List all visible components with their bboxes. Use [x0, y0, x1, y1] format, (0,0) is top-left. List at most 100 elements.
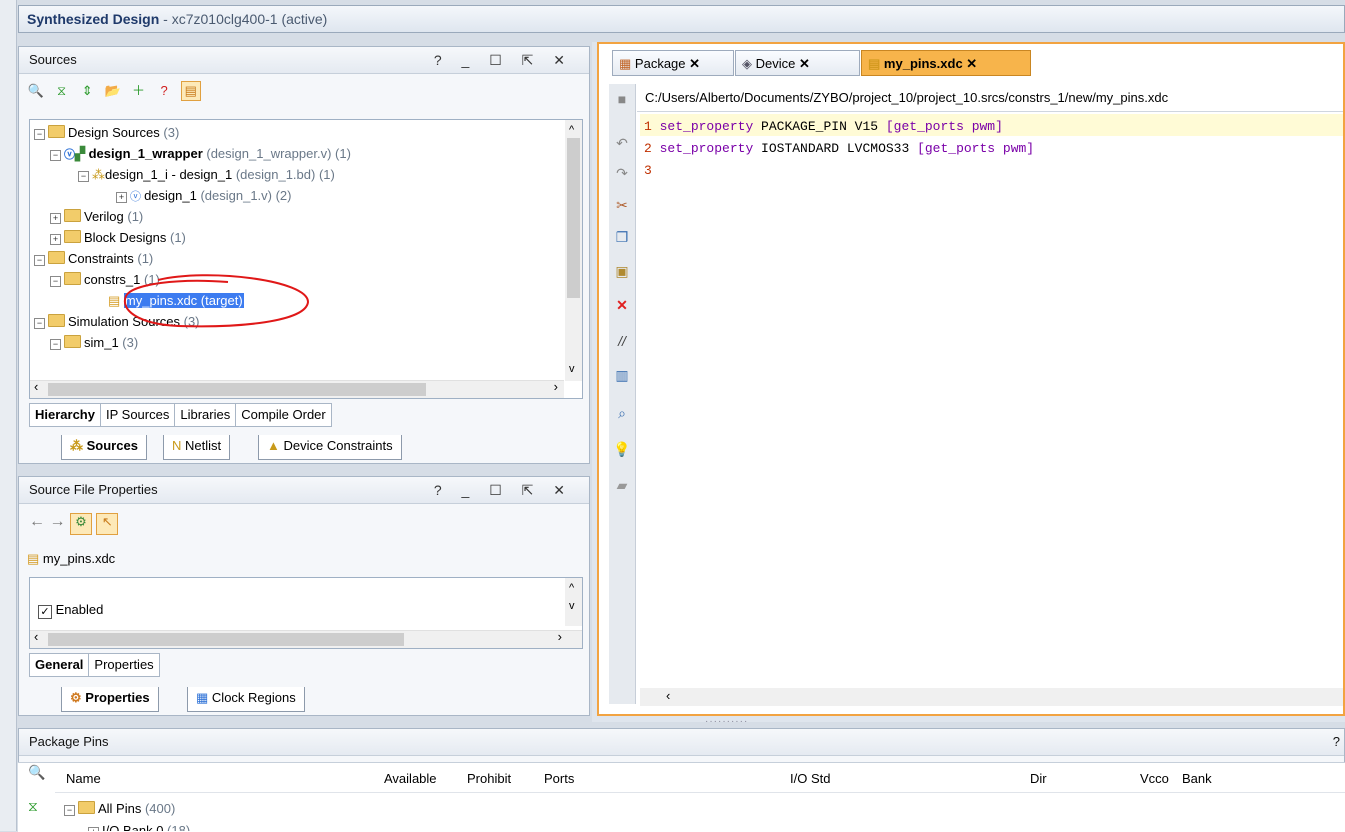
tree-item-constraints[interactable]: − Constraints (1) — [34, 248, 153, 269]
column-io-std[interactable]: I/O Std — [790, 770, 830, 788]
code-line: 1 set_property PACKAGE_PIN V15 [get_port… — [644, 119, 1003, 134]
tree-item-design-1-wrapper[interactable]: − ⓥ▞ design_1_wrapper (design_1_wrapper.v… — [50, 143, 351, 164]
folder-icon — [64, 335, 81, 348]
tree-item-block-designs[interactable]: + Block Designs (1) — [50, 227, 186, 248]
properties-file-row: ▤ my_pins.xdc — [27, 551, 115, 567]
enabled-checkbox[interactable]: ✓ — [38, 605, 52, 619]
collapse-all-icon[interactable]: ⧖ — [28, 798, 38, 815]
properties-title: Source File Properties — [29, 482, 158, 497]
delete-icon[interactable]: ✕ — [613, 296, 631, 314]
properties-toolbar: ← → ⚙ ↖ — [29, 513, 119, 535]
save-icon[interactable]: ■ — [613, 90, 631, 108]
copy-icon[interactable]: ❐ — [613, 228, 631, 246]
redo-icon[interactable]: ↷ — [613, 164, 631, 182]
left-dock-strip — [0, 0, 17, 831]
tab-clock-regions[interactable]: ▦ Clock Regions — [187, 687, 305, 712]
column-dir[interactable]: Dir — [1030, 770, 1047, 788]
table-row[interactable]: +I/O Bank 0 (18) — [88, 820, 190, 831]
search-icon[interactable]: 🔍 — [27, 82, 45, 100]
package-pins-help[interactable]: ? — [1333, 729, 1340, 755]
verilog-icon: ⓥ — [64, 149, 75, 161]
block-design-icon: ⁂ — [92, 167, 105, 182]
code-line: 3 — [644, 163, 652, 178]
folder-icon — [64, 272, 81, 285]
lightbulb-icon[interactable]: 💡 — [613, 440, 631, 458]
column-available[interactable]: Available — [384, 770, 437, 788]
properties-file-name: my_pins.xdc — [42, 551, 116, 566]
tree-item-design-1-i[interactable]: − ⁂design_1_i - design_1 (design_1.bd) (1… — [78, 164, 335, 185]
folder-icon — [64, 230, 81, 243]
tab-package[interactable]: ▦ Package ✕ — [612, 50, 734, 76]
help-icon[interactable]: ? — [155, 82, 173, 100]
device-part: - xc7z010clg400-1 — [159, 11, 278, 27]
collapse-all-icon[interactable]: ⧖ — [53, 82, 71, 100]
tree-item-sim-1[interactable]: − sim_1 (3) — [50, 332, 138, 353]
file-path: C:/Users/Alberto/Documents/ZYBO/project_… — [637, 84, 1343, 112]
tab-netlist[interactable]: N Netlist — [163, 435, 231, 460]
column-vcco[interactable]: Vcco — [1140, 770, 1169, 788]
add-ip-icon[interactable]: ＋ — [130, 82, 148, 100]
tab-sources[interactable]: ⁂ Sources — [61, 435, 147, 460]
undo-icon[interactable]: ↶ — [613, 134, 631, 152]
tab-compile-order[interactable]: Compile Order — [235, 403, 332, 427]
find-icon[interactable]: ⌕ — [613, 404, 631, 422]
show-hierarchy-icon[interactable]: ▤ — [180, 81, 201, 101]
sources-icon: ⁂ — [70, 438, 83, 453]
sources-tree[interactable]: − Design Sources (3) − ⓥ▞ design_1_wrapper… — [29, 119, 583, 399]
sources-toolbar: 🔍 ⧖ ⇕ 📂 ＋ ? ▤ — [27, 81, 205, 101]
tree-item-design-sources[interactable]: − Design Sources (3) — [34, 122, 179, 143]
code-line: 2 set_property IOSTANDARD LVCMOS33 [get_… — [644, 141, 1035, 156]
folder-icon — [48, 251, 65, 264]
cut-icon[interactable]: ✂ — [613, 196, 631, 214]
forward-arrow-icon[interactable]: → — [49, 513, 65, 530]
language-templates-icon[interactable]: ▰ — [613, 476, 631, 494]
properties-h-scrollbar[interactable]: ‹ › — [30, 629, 582, 648]
auto-update-icon[interactable]: ⚙ — [69, 513, 92, 535]
sources-panel: Sources ? _ ☐ ⇱ ✕ 🔍 ⧖ ⇕ 📂 ＋ ? ▤ − Design … — [18, 46, 590, 464]
properties-window-controls[interactable]: ? _ ☐ ⇱ ✕ — [434, 477, 573, 503]
netlist-icon: N — [172, 438, 182, 453]
select-pointer-icon[interactable]: ↖ — [96, 513, 119, 535]
comment-icon[interactable]: // — [613, 332, 631, 350]
tab-properties-inner[interactable]: Properties — [88, 653, 160, 677]
sources-v-scrollbar[interactable]: ^ v — [565, 120, 582, 381]
tree-item-verilog[interactable]: + Verilog (1) — [50, 206, 143, 227]
properties-content: ✓ Enabled ^ v ‹ › — [29, 577, 583, 649]
tree-item-design-1[interactable]: + ⓥ design_1 (design_1.v) (2) — [116, 185, 292, 206]
tab-hierarchy[interactable]: Hierarchy — [29, 403, 101, 427]
splitter-grip[interactable]: ·········· — [705, 716, 748, 727]
add-sources-icon[interactable]: 📂 — [104, 82, 122, 100]
tab-device[interactable]: ◈ Device ✕ — [735, 50, 860, 76]
tab-libraries[interactable]: Libraries — [174, 403, 237, 427]
column-name[interactable]: Name — [66, 770, 101, 788]
back-arrow-icon[interactable]: ← — [29, 513, 45, 530]
sources-window-controls[interactable]: ? _ ☐ ⇱ ✕ — [434, 47, 573, 73]
tab-ip-sources[interactable]: IP Sources — [99, 403, 176, 427]
sources-h-scrollbar[interactable]: ‹ › — [30, 379, 564, 398]
verilog-icon: ⓥ — [130, 191, 145, 203]
search-icon[interactable]: 🔍 — [28, 764, 45, 781]
tab-properties[interactable]: ⚙ Properties — [61, 687, 159, 712]
column-bank[interactable]: Bank — [1182, 770, 1212, 788]
table-row[interactable]: − All Pins (400) — [64, 798, 175, 819]
paste-icon[interactable]: ▣ — [613, 262, 631, 280]
properties-view-tabs: General Properties — [29, 653, 160, 677]
expand-all-icon[interactable]: ⇕ — [78, 82, 96, 100]
tab-device-constraints[interactable]: ▲ Device Constraints — [258, 435, 402, 460]
folder-icon — [64, 209, 81, 222]
sources-title: Sources — [29, 52, 77, 67]
select-all-icon[interactable]: ▥ — [613, 366, 631, 384]
properties-v-scrollbar[interactable]: ^ v — [565, 578, 582, 626]
column-ports[interactable]: Ports — [544, 770, 574, 788]
xdc-file-icon: ▤ — [27, 551, 40, 566]
column-prohibit[interactable]: Prohibit — [467, 770, 511, 788]
enabled-checkbox-row[interactable]: ✓ Enabled — [38, 602, 103, 619]
source-file-properties-panel: Source File Properties ? _ ☐ ⇱ ✕ ← → ⚙ ↖… — [18, 476, 590, 716]
red-circle-annotation — [123, 274, 310, 328]
code-lines[interactable]: 1 set_property PACKAGE_PIN V15 [get_port… — [644, 116, 1034, 182]
folder-icon — [48, 125, 65, 138]
tab-my-pins-xdc[interactable]: ▤ my_pins.xdc ✕ — [861, 50, 1031, 76]
editor-h-scrollbar[interactable]: ‹ — [640, 688, 1343, 706]
tab-general[interactable]: General — [29, 653, 90, 677]
package-pins-header: Package Pins ? — [19, 729, 1344, 756]
